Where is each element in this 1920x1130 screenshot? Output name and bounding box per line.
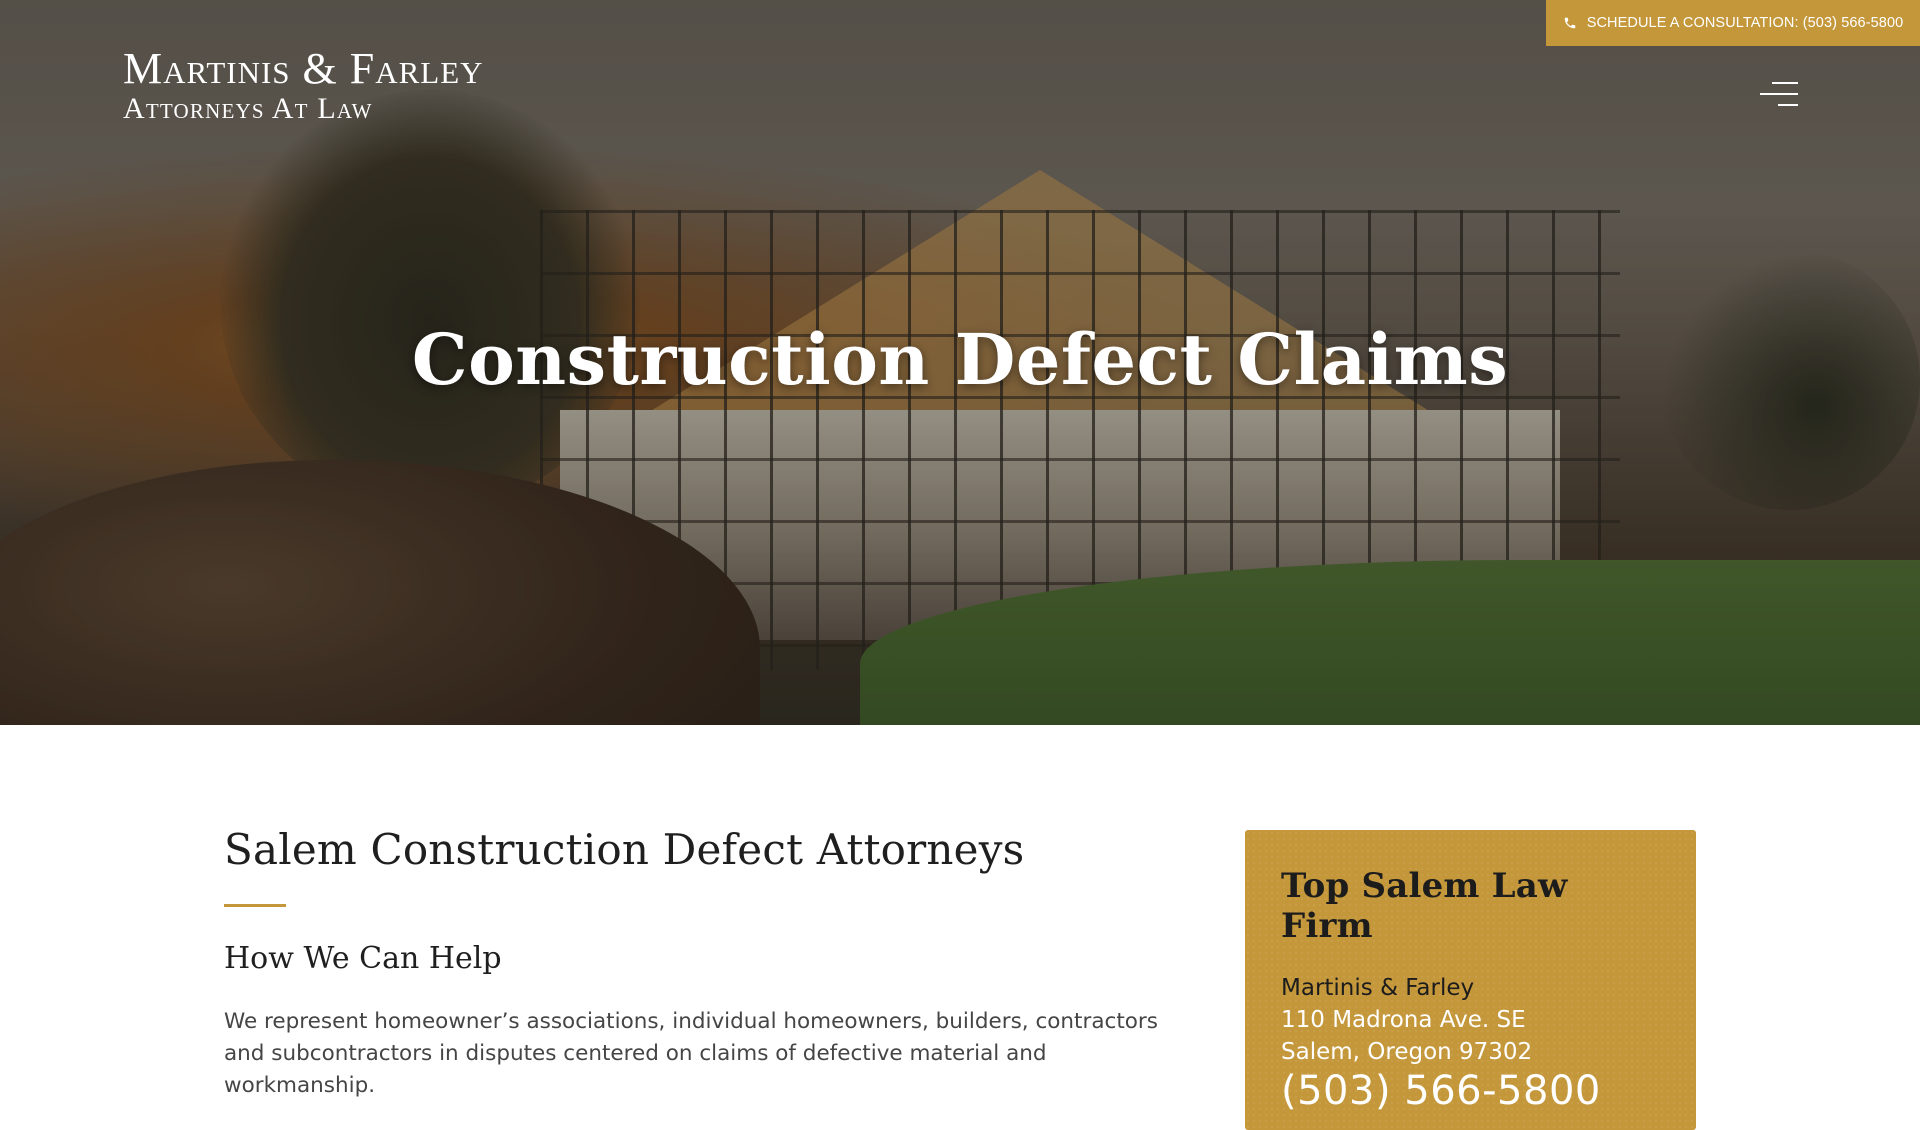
firm-address: Martinis & Farley 110 Madrona Ave. SE Sa… bbox=[1281, 972, 1660, 1068]
intro-paragraph: We represent homeowner’s associations, i… bbox=[224, 1009, 1158, 1098]
logo-firm-name: Martinis & Farley bbox=[123, 44, 484, 93]
hero-banner: SCHEDULE A CONSULTATION: (503) 566-5800 … bbox=[0, 0, 1920, 725]
hamburger-menu-icon[interactable] bbox=[1758, 82, 1798, 112]
phone-link[interactable]: (503) 566-5800 bbox=[1281, 1068, 1601, 1114]
street-address: 110 Madrona Ave. SE bbox=[1281, 1007, 1526, 1033]
firm-name: Martinis & Farley bbox=[1281, 975, 1475, 1001]
firm-info-card: Top Salem Law Firm Martinis & Farley 110… bbox=[1245, 830, 1696, 1130]
section-heading: How We Can Help bbox=[224, 941, 502, 976]
menu-bar bbox=[1760, 93, 1798, 95]
logo-tagline: Attorneys At Law bbox=[123, 92, 373, 125]
consultation-label: SCHEDULE A CONSULTATION: (503) 566-5800 bbox=[1586, 15, 1904, 31]
site-logo[interactable]: Martinis & Farley Attorneys At Law bbox=[123, 46, 484, 126]
heading-divider bbox=[224, 904, 286, 907]
menu-bar bbox=[1778, 104, 1798, 106]
main-content: Salem Construction Defect Attorneys How … bbox=[0, 725, 1920, 1130]
hero-title: Construction Defect Claims bbox=[411, 318, 1509, 401]
menu-bar bbox=[1772, 82, 1798, 84]
city-state-zip: Salem, Oregon 97302 bbox=[1281, 1039, 1533, 1065]
page-title: Salem Construction Defect Attorneys bbox=[224, 825, 1025, 874]
phone-icon bbox=[1564, 17, 1575, 29]
schedule-consultation-button[interactable]: SCHEDULE A CONSULTATION: (503) 566-5800 bbox=[1546, 0, 1920, 46]
main-column: Salem Construction Defect Attorneys How … bbox=[224, 825, 1184, 1102]
card-title: Top Salem Law Firm bbox=[1281, 866, 1568, 946]
